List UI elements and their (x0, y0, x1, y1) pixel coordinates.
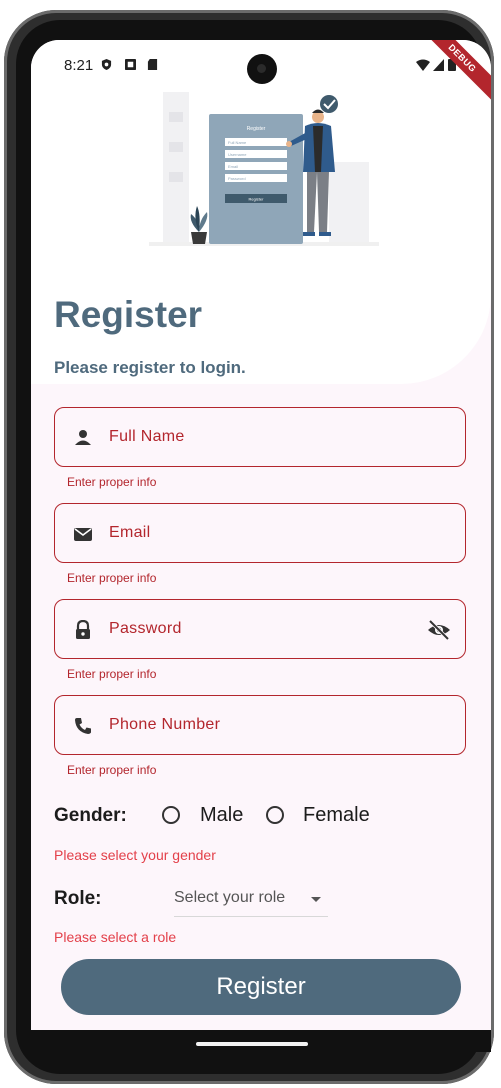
role-error: Please select a role (54, 929, 177, 945)
illustration-form-title: Register (247, 126, 266, 132)
phone-number-field[interactable]: Phone Number (54, 695, 466, 755)
register-button[interactable]: Register (61, 959, 461, 1015)
illustration-field-label: Password (228, 176, 246, 181)
password-label: Password (109, 620, 182, 637)
password-error: Enter proper info (67, 667, 157, 681)
phone-number-label: Phone Number (109, 716, 221, 733)
illustration-form-button: Register (249, 197, 265, 202)
role-dropdown[interactable]: Select your role (174, 886, 328, 917)
front-camera (247, 54, 277, 84)
navigation-bar (31, 1030, 491, 1052)
phone-number-error: Enter proper info (67, 763, 157, 777)
home-indicator[interactable] (196, 1042, 308, 1046)
gender-error: Please select your gender (54, 847, 216, 863)
gender-label: Gender: (54, 805, 127, 826)
full-name-error: Enter proper info (67, 475, 157, 489)
person-icon (75, 430, 91, 445)
email-field[interactable]: Email (54, 503, 466, 563)
phone-icon (75, 718, 91, 734)
page-title: Register (54, 294, 203, 335)
full-name-field[interactable]: Full Name (54, 407, 466, 467)
full-name-label: Full Name (109, 428, 185, 445)
gender-male-label[interactable]: Male (200, 804, 243, 827)
visibility-off-icon[interactable] (427, 619, 451, 641)
email-error: Enter proper info (67, 571, 157, 585)
dropdown-arrow-icon (311, 897, 321, 902)
email-icon (74, 528, 92, 541)
status-time: 8:21 (64, 57, 94, 74)
illustration-field-label: Username (228, 152, 247, 157)
role-label: Role: (54, 888, 102, 909)
page-subtitle: Please register to login. (54, 358, 246, 377)
lock-icon (76, 620, 90, 639)
shield-icon (101, 59, 112, 70)
notification-icon (125, 59, 136, 70)
password-field[interactable]: Password (54, 599, 466, 659)
illustration-field-label: Email (228, 164, 238, 169)
email-label: Email (109, 524, 151, 541)
sd-card-icon (147, 59, 158, 70)
role-dropdown-placeholder: Select your role (174, 889, 286, 906)
signal-icon (433, 59, 444, 71)
gender-male-radio[interactable] (162, 806, 180, 824)
gender-female-label[interactable]: Female (303, 804, 370, 827)
gender-female-radio[interactable] (266, 806, 284, 824)
wifi-icon (416, 59, 430, 71)
register-illustration: Register Full Name Username Email Passwo… (149, 92, 379, 246)
illustration-field-label: Full Name (228, 140, 247, 145)
app-screen: 8:21 DEBUG Register Full Name Username E… (31, 40, 491, 1030)
